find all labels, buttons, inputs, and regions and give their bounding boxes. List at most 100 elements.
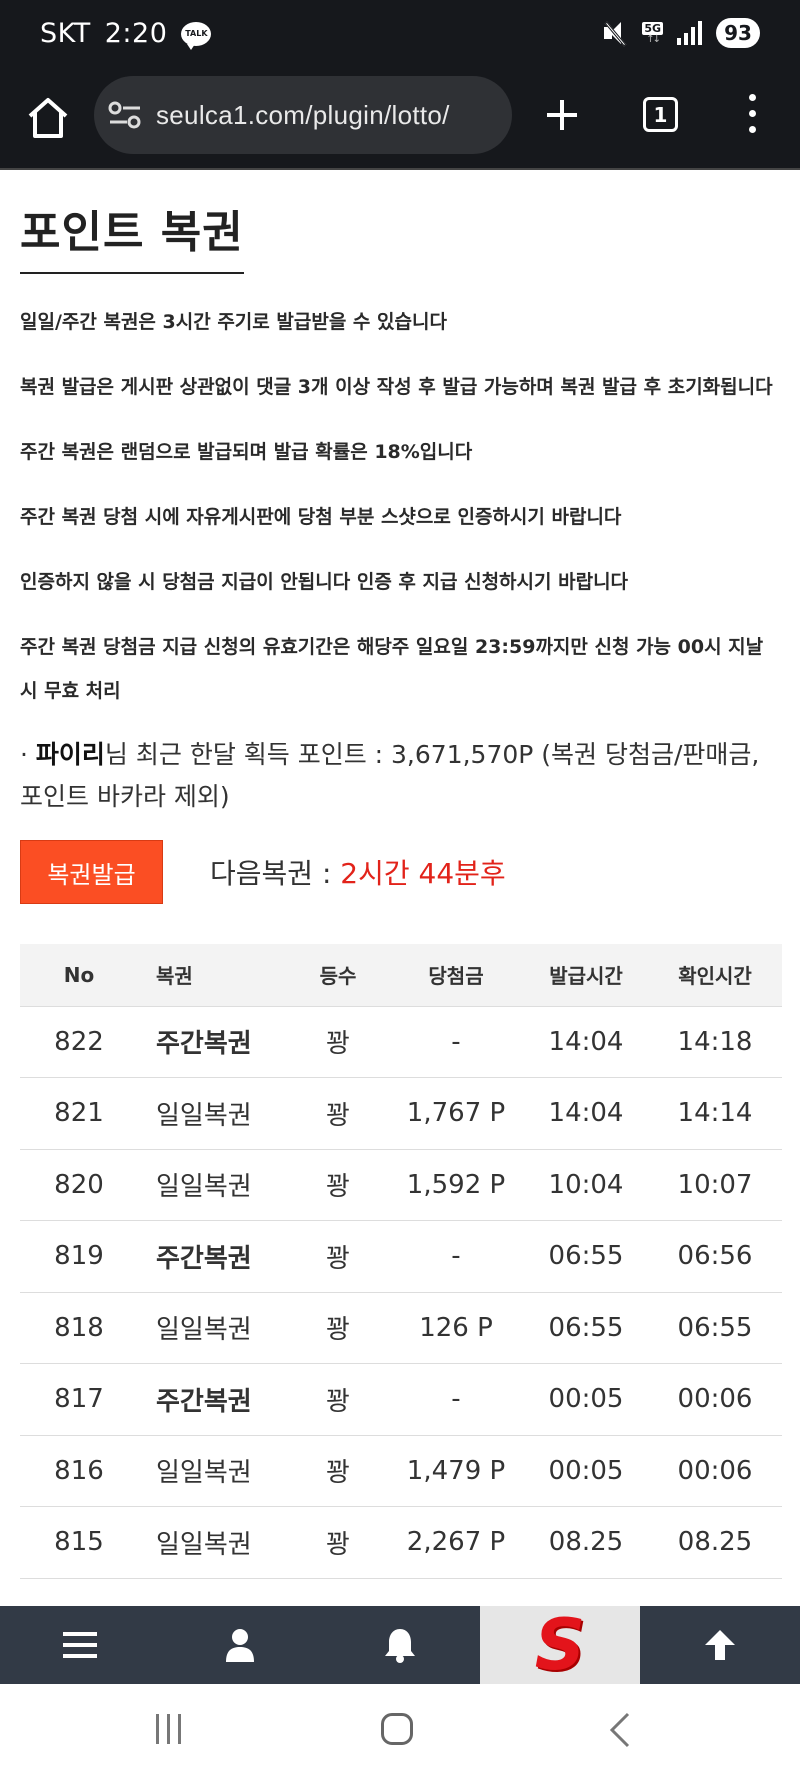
cell-checked-time: 14:18 xyxy=(648,1006,782,1078)
cell-type: 주간복권 xyxy=(138,1006,288,1078)
cell-no: 822 xyxy=(20,1006,138,1078)
cell-issued-time: 14:04 xyxy=(524,1077,648,1150)
table-row: 820 일일복권 꽝 1,592 P 10:04 10:07 xyxy=(20,1149,782,1221)
issue-lotto-button[interactable]: 복권발급 xyxy=(20,840,163,904)
plus-icon xyxy=(547,100,577,130)
table-row: 816 일일복권 꽝 1,479 P 00:05 00:06 xyxy=(20,1435,782,1507)
signal-icon xyxy=(677,21,702,45)
main-content: 포인트 복권 일일/주간 복권은 3시간 주기로 발급받을 수 있습니다 복권 … xyxy=(20,170,782,1579)
tab-switcher-button[interactable]: 1 xyxy=(643,97,678,132)
network-5g-icon: 5G ↑↓ xyxy=(642,21,663,45)
next-lotto-remaining: 2시간 44분후 xyxy=(340,857,506,890)
back-icon[interactable] xyxy=(606,1710,636,1750)
issue-row: 복권발급 다음복권 : 2시간 44분후 xyxy=(20,840,780,904)
cell-rank: 꽝 xyxy=(288,1506,388,1579)
cell-issued-time: 10:04 xyxy=(524,1149,648,1221)
cell-checked-time: 06:56 xyxy=(648,1220,782,1293)
site-logo-letter: S xyxy=(534,1604,586,1686)
cell-checked-time: 00:06 xyxy=(648,1363,782,1436)
cell-type: 일일복권 xyxy=(138,1292,288,1364)
system-home-icon[interactable] xyxy=(381,1713,413,1745)
points-bullet: · xyxy=(20,740,28,769)
notice-item: 인증하지 않을 시 당첨금 지급이 안됩니다 인증 후 지급 신청하시기 바랍니… xyxy=(20,571,629,593)
bell-icon xyxy=(385,1629,415,1663)
cell-type: 일일복권 xyxy=(138,1506,288,1579)
user-nickname: 파이리 xyxy=(35,740,105,769)
cell-type: 일일복권 xyxy=(138,1149,288,1221)
browser-toolbar: seulca1.com/plugin/lotto/ 1 xyxy=(0,72,800,170)
carrier-label: SKT xyxy=(40,18,91,49)
table-row: 815 일일복권 꽝 2,267 P 08.25 08.25 xyxy=(20,1506,782,1579)
cell-issued-time: 00:05 xyxy=(524,1363,648,1436)
cell-no: 817 xyxy=(20,1363,138,1436)
table-row: 819 주간복권 꽝 - 06:55 06:56 xyxy=(20,1220,782,1293)
new-tab-button[interactable] xyxy=(541,94,583,136)
header-checked-time: 확인시간 xyxy=(648,944,782,1007)
cell-issued-time: 14:04 xyxy=(524,1006,648,1078)
cell-rank: 꽝 xyxy=(288,1363,388,1436)
next-lotto-label: 다음복권 : xyxy=(210,857,341,890)
cell-issued-time: 08.25 xyxy=(524,1506,648,1579)
cell-issued-time: 00:05 xyxy=(524,1435,648,1507)
cell-type: 주간복권 xyxy=(138,1220,288,1293)
cell-rank: 꽝 xyxy=(288,1292,388,1364)
header-type: 복권 xyxy=(138,944,288,1007)
cell-prize: - xyxy=(388,1220,524,1293)
cell-prize: 1,479 P xyxy=(388,1435,524,1507)
kakaotalk-icon: TALK xyxy=(181,21,212,50)
table-body: 822 주간복권 꽝 - 14:04 14:18 821 일일복권 꽝 1,76… xyxy=(20,1006,782,1579)
notifications-button[interactable] xyxy=(320,1606,480,1684)
site-settings-icon[interactable] xyxy=(108,100,142,130)
notice-item: 주간 복권은 랜덤으로 발급되며 발급 확률은 18%입니다 xyxy=(20,441,473,463)
header-no: No xyxy=(20,944,138,1007)
cell-no: 819 xyxy=(20,1220,138,1293)
home-icon xyxy=(28,98,68,138)
cell-no: 815 xyxy=(20,1506,138,1579)
cell-rank: 꽝 xyxy=(288,1149,388,1221)
cell-rank: 꽝 xyxy=(288,1435,388,1507)
cell-issued-time: 06:55 xyxy=(524,1220,648,1293)
header-prize: 당첨금 xyxy=(388,944,524,1007)
mute-icon xyxy=(602,20,628,47)
cell-prize: - xyxy=(388,1363,524,1436)
site-logo[interactable]: S xyxy=(480,1606,640,1684)
monthly-points: · 파이리님 최근 한달 획득 포인트 : 3,671,570P (복권 당첨금… xyxy=(20,734,780,818)
table-row: 817 주간복권 꽝 - 00:05 00:06 xyxy=(20,1363,782,1436)
arrow-up-icon xyxy=(705,1630,735,1660)
lotto-history-table: No 복권 등수 당첨금 발급시간 확인시간 822 주간복권 꽝 - 14:0… xyxy=(20,944,782,1579)
notice-list: 일일/주간 복권은 3시간 주기로 발급받을 수 있습니다 복권 발급은 게시판… xyxy=(20,300,780,713)
menu-button[interactable] xyxy=(0,1606,160,1684)
address-bar[interactable]: seulca1.com/plugin/lotto/ xyxy=(94,76,512,154)
cell-checked-time: 08.25 xyxy=(648,1506,782,1579)
header-rank: 등수 xyxy=(288,944,388,1007)
table-row: 821 일일복권 꽝 1,767 P 14:04 14:14 xyxy=(20,1077,782,1150)
site-bottom-bar: S xyxy=(0,1606,800,1684)
cell-no: 816 xyxy=(20,1435,138,1507)
profile-button[interactable] xyxy=(160,1606,320,1684)
cell-checked-time: 10:07 xyxy=(648,1149,782,1221)
cell-no: 821 xyxy=(20,1077,138,1150)
points-text: 님 최근 한달 획득 포인트 : 3,671,570P (복권 당첨금/판매금,… xyxy=(20,740,760,811)
status-bar: SKT 2:20 TALK 5G ↑↓ 93 xyxy=(0,0,800,72)
notice-item: 주간 복권 당첨 시에 자유게시판에 당첨 부분 스샷으로 인증하시기 바랍니다 xyxy=(20,506,622,528)
notice-item: 일일/주간 복권은 3시간 주기로 발급받을 수 있습니다 xyxy=(20,311,447,333)
cell-type: 일일복권 xyxy=(138,1435,288,1507)
cell-checked-time: 00:06 xyxy=(648,1435,782,1507)
table-header-row: No 복권 등수 당첨금 발급시간 확인시간 xyxy=(20,944,782,1007)
notice-item: 주간 복권 당첨금 지급 신청의 유효기간은 해당주 일요일 23:59까지만 … xyxy=(20,636,764,702)
scroll-top-button[interactable] xyxy=(640,1606,800,1684)
cell-rank: 꽝 xyxy=(288,1220,388,1293)
home-button[interactable] xyxy=(24,94,72,142)
cell-prize: - xyxy=(388,1006,524,1078)
menu-icon xyxy=(63,1632,97,1658)
cell-prize: 1,592 P xyxy=(388,1149,524,1221)
url-text[interactable]: seulca1.com/plugin/lotto/ xyxy=(156,100,450,131)
next-lotto-timer: 다음복권 : 2시간 44분후 xyxy=(210,852,506,892)
cell-prize: 1,767 P xyxy=(388,1077,524,1150)
recent-apps-icon[interactable] xyxy=(156,1714,190,1746)
user-icon xyxy=(226,1629,254,1662)
status-left: SKT 2:20 TALK xyxy=(40,18,212,50)
more-options-icon[interactable] xyxy=(744,94,760,138)
cell-no: 820 xyxy=(20,1149,138,1221)
cell-checked-time: 14:14 xyxy=(648,1077,782,1150)
